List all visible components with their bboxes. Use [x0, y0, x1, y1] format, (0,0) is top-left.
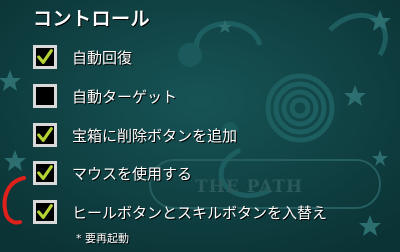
option-label: ヒールボタンとスキルボタンを入替え	[72, 203, 328, 222]
option-label: 宝箱に削除ボタンを追加	[72, 126, 238, 145]
option-label: マウスを使用する	[72, 164, 193, 183]
controls-panel: コントロール 自動回復 自動ターゲット 宝箱に削除ボタンを追加 マウスを使用する	[0, 0, 400, 252]
option-label: 自動ターゲット	[72, 87, 178, 106]
check-icon	[37, 204, 53, 219]
option-label: 自動回復	[72, 48, 133, 67]
option-chest-delete-button[interactable]: 宝箱に削除ボタンを追加	[33, 121, 237, 149]
check-icon	[37, 127, 53, 142]
checkbox[interactable]	[33, 161, 57, 185]
checkbox[interactable]	[33, 45, 57, 69]
check-icon	[37, 165, 53, 180]
checkbox[interactable]	[33, 123, 57, 147]
page-title: コントロール	[33, 8, 151, 30]
restart-note: * 要再起動	[76, 232, 129, 245]
option-auto-target[interactable]: 自動ターゲット	[33, 82, 177, 110]
option-swap-heal-skill[interactable]: ヒールボタンとスキルボタンを入替え	[33, 198, 327, 226]
option-auto-heal[interactable]: 自動回復	[33, 43, 132, 71]
check-icon	[37, 49, 53, 64]
option-use-mouse[interactable]: マウスを使用する	[33, 159, 192, 187]
checkbox[interactable]	[33, 84, 57, 108]
checkbox[interactable]	[33, 200, 57, 224]
